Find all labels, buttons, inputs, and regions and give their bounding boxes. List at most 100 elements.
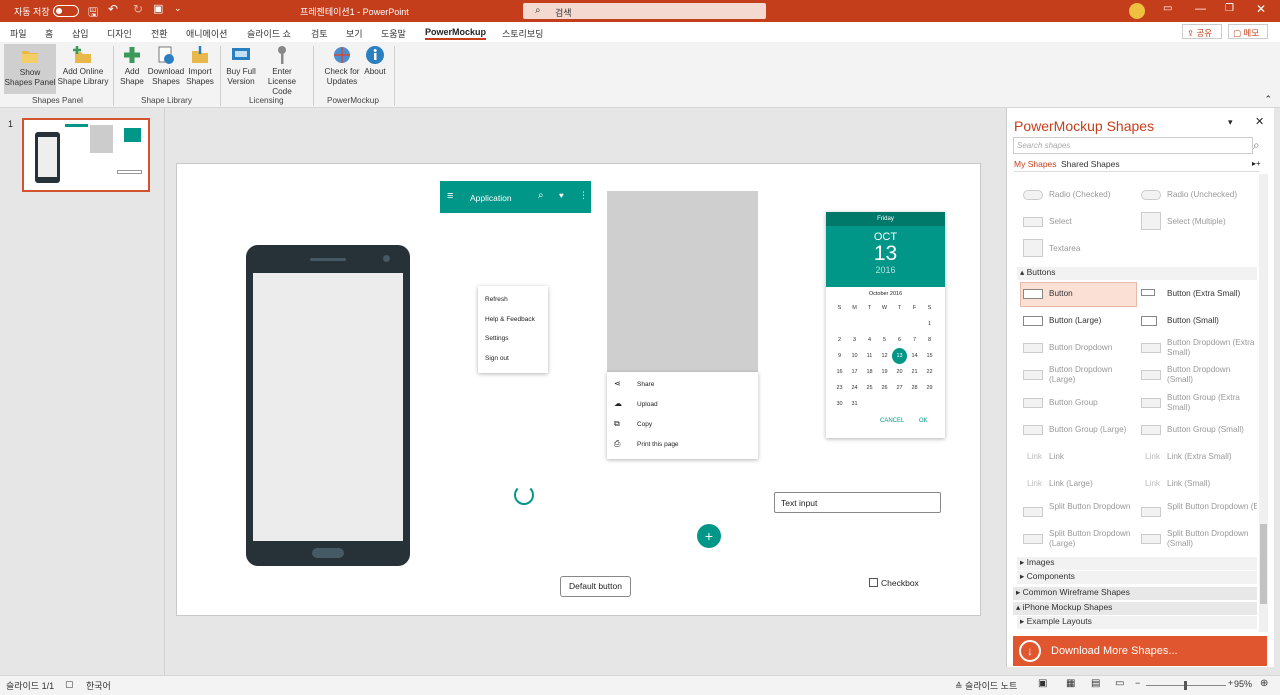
- tab-my-shapes[interactable]: My Shapes: [1014, 159, 1057, 169]
- accessibility-icon[interactable]: ▢: [65, 679, 74, 690]
- shape-button-extra-small[interactable]: Button (Extra Small): [1167, 289, 1240, 299]
- tab-slideshow[interactable]: 슬라이드 쇼: [247, 27, 291, 40]
- slideshow-icon[interactable]: ▣: [153, 2, 163, 15]
- floating-action-button[interactable]: +: [697, 524, 721, 548]
- shape-radio-unchecked[interactable]: Radio (Unchecked): [1167, 190, 1237, 200]
- day-cell[interactable]: 17: [847, 364, 862, 380]
- menu-item-settings[interactable]: Settings: [485, 335, 509, 342]
- collapse-ribbon-icon[interactable]: ⌃: [1264, 94, 1272, 105]
- maximize-icon[interactable]: ❐: [1225, 3, 1234, 14]
- fit-to-window-icon[interactable]: ⊕: [1260, 678, 1268, 689]
- day-cell[interactable]: 29: [922, 380, 937, 396]
- menu-item-help[interactable]: Help & Feedback: [485, 316, 535, 323]
- tab-view[interactable]: 보기: [346, 27, 363, 40]
- day-cell[interactable]: 16: [832, 364, 847, 380]
- library-iphone-mockup[interactable]: ▴ iPhone Mockup Shapes: [1013, 602, 1257, 615]
- panel-close-icon[interactable]: ✕: [1255, 115, 1264, 128]
- library-common-wireframe[interactable]: ▸ Common Wireframe Shapes: [1013, 587, 1257, 600]
- check-for-updates-button[interactable]: Check for Updates: [322, 45, 362, 87]
- day-cell[interactable]: 28: [907, 380, 922, 396]
- day-cell[interactable]: 9: [832, 348, 847, 364]
- day-cell[interactable]: [862, 396, 877, 412]
- buy-full-version-button[interactable]: Buy Full Version: [224, 45, 258, 87]
- close-icon[interactable]: ✕: [1256, 2, 1266, 16]
- search-icon[interactable]: ⌕: [538, 190, 544, 201]
- day-cell[interactable]: 26: [877, 380, 892, 396]
- shape-link-small[interactable]: Link (Small): [1167, 479, 1210, 489]
- day-cell[interactable]: [877, 396, 892, 412]
- customize-toolbar-icon[interactable]: ⌄: [174, 3, 182, 14]
- save-icon[interactable]: 🖫: [88, 3, 98, 24]
- show-shapes-panel-button[interactable]: Show Shapes Panel: [4, 44, 56, 94]
- zoom-out-icon[interactable]: −: [1135, 678, 1140, 688]
- action-print[interactable]: Print this page: [637, 441, 679, 448]
- share-button[interactable]: ⇪ 공유: [1182, 24, 1222, 39]
- day-cell[interactable]: 31: [847, 396, 862, 412]
- day-cell[interactable]: 23: [832, 380, 847, 396]
- tab-transitions[interactable]: 전환: [151, 27, 168, 40]
- comments-button[interactable]: ▢ 메모: [1228, 24, 1268, 39]
- download-more-shapes-button[interactable]: ↓ Download More Shapes...: [1013, 636, 1267, 666]
- checkbox[interactable]: [869, 578, 878, 587]
- day-cell[interactable]: 1: [922, 316, 937, 332]
- day-cell[interactable]: 27: [892, 380, 907, 396]
- tab-review[interactable]: 검토: [311, 27, 328, 40]
- slide-canvas[interactable]: ≡ Application ⌕ ♥ ⋮ Refresh Help & Feedb…: [176, 163, 981, 616]
- search-input[interactable]: ⌕ 검색: [523, 3, 766, 19]
- hamburger-menu-icon[interactable]: ≡: [447, 190, 453, 202]
- shape-button-group-extra-small[interactable]: Button Group (Extra Small): [1167, 393, 1251, 413]
- reading-view-icon[interactable]: ▤: [1091, 678, 1100, 689]
- action-upload[interactable]: Upload: [637, 401, 658, 408]
- tab-powermockup[interactable]: PowerMockup: [425, 27, 487, 40]
- day-cell[interactable]: [907, 396, 922, 412]
- day-cell[interactable]: 8: [922, 332, 937, 348]
- about-button[interactable]: About: [362, 45, 388, 77]
- tab-shared-shapes[interactable]: Shared Shapes: [1061, 159, 1120, 169]
- more-vert-icon[interactable]: ⋮: [579, 190, 588, 201]
- day-cell[interactable]: [877, 316, 892, 332]
- day-cell[interactable]: [892, 396, 907, 412]
- shape-button-group-large[interactable]: Button Group (Large): [1049, 425, 1126, 435]
- date-picker-cancel[interactable]: CANCEL: [880, 418, 904, 424]
- menu-item-refresh[interactable]: Refresh: [485, 296, 508, 303]
- tab-storyboarding[interactable]: 스토리보딩: [502, 27, 543, 40]
- shape-select[interactable]: Select: [1049, 217, 1072, 227]
- action-copy[interactable]: Copy: [637, 421, 652, 428]
- minimize-icon[interactable]: —: [1195, 3, 1206, 15]
- redo-icon[interactable]: ↻: [133, 2, 143, 16]
- autosave-toggle[interactable]: [53, 5, 79, 17]
- add-shape-button[interactable]: Add Shape: [117, 45, 147, 87]
- normal-view-icon[interactable]: ▣: [1038, 678, 1047, 689]
- shape-button-group[interactable]: Button Group: [1049, 398, 1098, 408]
- day-cell[interactable]: 14: [907, 348, 922, 364]
- section-buttons[interactable]: ▴ Buttons: [1017, 267, 1257, 280]
- zoom-level[interactable]: 95%: [1234, 679, 1252, 689]
- add-online-shape-library-button[interactable]: Add Online Shape Library: [57, 45, 109, 87]
- avatar[interactable]: [1129, 3, 1145, 19]
- language-label[interactable]: 한국어: [86, 679, 111, 692]
- panel-scrollbar[interactable]: [1259, 174, 1268, 632]
- section-images[interactable]: ▸ Images: [1017, 557, 1257, 570]
- day-cell[interactable]: 21: [907, 364, 922, 380]
- phone-mockup[interactable]: [246, 245, 410, 566]
- day-cell-selected[interactable]: 13: [892, 348, 907, 364]
- day-cell[interactable]: 5: [877, 332, 892, 348]
- date-picker-ok[interactable]: OK: [919, 418, 928, 424]
- shape-button-dropdown-small[interactable]: Button Dropdown (Small): [1167, 365, 1251, 385]
- app-bar[interactable]: ≡ Application ⌕ ♥ ⋮: [440, 181, 591, 213]
- zoom-slider-thumb[interactable]: [1184, 681, 1187, 690]
- day-cell[interactable]: [847, 316, 862, 332]
- enter-license-code-button[interactable]: Enter License Code: [258, 45, 306, 97]
- shape-button-dropdown-large[interactable]: Button Dropdown (Large): [1049, 365, 1133, 385]
- day-cell[interactable]: 25: [862, 380, 877, 396]
- day-cell[interactable]: 4: [862, 332, 877, 348]
- menu-item-sign-out[interactable]: Sign out: [485, 355, 509, 362]
- shape-split-button-dropdown-small[interactable]: Split Button Dropdown (Small): [1167, 529, 1251, 549]
- slide-thumbnail[interactable]: [22, 118, 150, 192]
- day-cell[interactable]: 7: [907, 332, 922, 348]
- tab-design[interactable]: 디자인: [107, 27, 132, 40]
- panel-options-icon[interactable]: ▾: [1228, 117, 1233, 128]
- shape-textarea[interactable]: Textarea: [1049, 244, 1080, 254]
- day-cell[interactable]: [862, 316, 877, 332]
- section-components[interactable]: ▸ Components: [1017, 571, 1257, 584]
